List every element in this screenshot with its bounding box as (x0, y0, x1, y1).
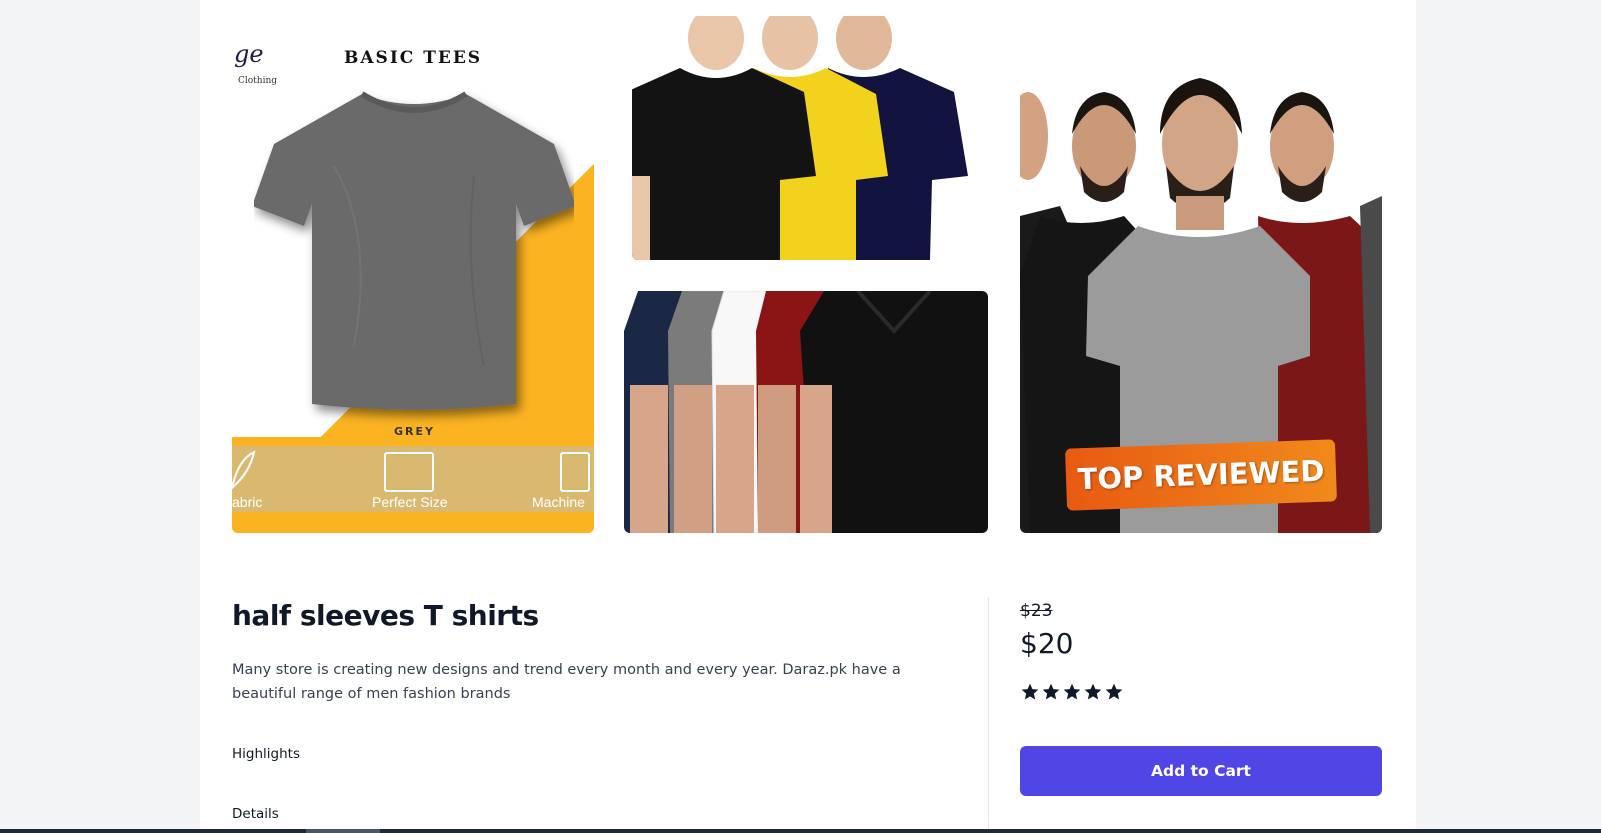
add-to-cart-button[interactable]: Add to Cart (1020, 746, 1382, 796)
product-image-three-colors[interactable] (632, 16, 986, 260)
grey-tshirt-illustration (254, 91, 574, 410)
product-image-vneck-row[interactable] (624, 291, 988, 533)
star-icon (1084, 683, 1102, 700)
brand-logo: ge (234, 40, 264, 68)
top-reviewed-badge: TOP REVIEWED (1065, 439, 1337, 511)
three-models-photo (632, 16, 986, 260)
feather-icon (232, 450, 256, 490)
product-image-top-reviewed[interactable]: TOP REVIEWED (1020, 16, 1382, 533)
vneck-row-photo (624, 291, 988, 533)
size-frame-icon (384, 452, 434, 492)
star-icon (1105, 683, 1123, 700)
washing-machine-icon (560, 452, 590, 492)
horizontal-scrollbar[interactable] (0, 829, 1601, 833)
brand-logo-subtitle: Clothing (238, 76, 278, 86)
scrollbar-thumb[interactable] (306, 829, 380, 833)
current-price: $20 (1020, 627, 1074, 660)
rating-stars (1020, 682, 1124, 702)
star-icon (1021, 683, 1039, 700)
badge-text: TOP REVIEWED (1077, 453, 1325, 497)
star-icon (1042, 683, 1060, 700)
feature-machine: Machine (532, 494, 585, 510)
product-card: ge Clothing BASIC TEES GREY abric Perfec… (200, 0, 1416, 833)
feature-fabric: abric (232, 494, 263, 510)
color-label: GREY (394, 425, 435, 438)
highlights-heading: Highlights (232, 746, 300, 762)
product-description: Many store is creating new designs and t… (232, 662, 901, 702)
details-heading: Details (232, 806, 279, 822)
feature-perfect-size: Perfect Size (372, 494, 448, 510)
original-price: $23 (1020, 601, 1053, 621)
star-icon (1063, 683, 1081, 700)
section-divider (988, 597, 989, 833)
feature-strip: abric Perfect Size Machine (232, 446, 594, 512)
image-title: BASIC TEES (344, 48, 483, 68)
product-image-basic-tees[interactable]: ge Clothing BASIC TEES GREY abric Perfec… (232, 16, 594, 533)
product-title: half sleeves T shirts (232, 599, 539, 632)
